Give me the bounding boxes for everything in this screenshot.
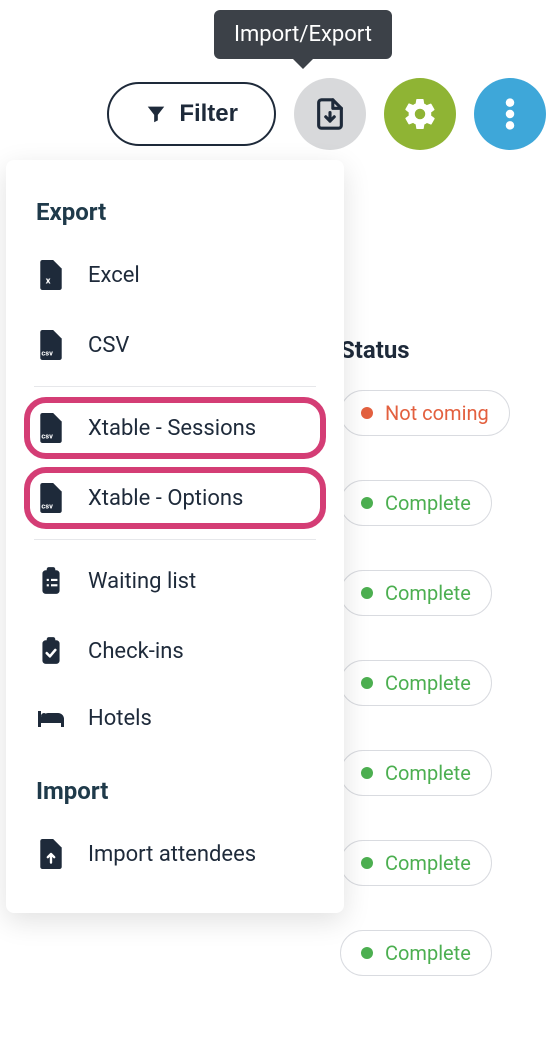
tooltip-label: Import/Export [234,22,372,47]
menu-item-label: Import attendees [88,842,256,867]
export-section-title: Export [6,188,344,240]
status-badge: Not coming [340,390,510,436]
download-file-icon [313,97,347,131]
export-excel-item[interactable]: x Excel [6,240,344,310]
status-column-header: Status [340,328,550,390]
status-column: Status Not coming Complete Complete Comp… [340,328,550,1020]
more-options-button[interactable] [474,78,546,150]
svg-text:x: x [46,276,51,287]
menu-item-label: Check-ins [88,639,184,664]
upload-file-icon [36,839,66,869]
export-hotels-item[interactable]: Hotels [6,686,344,751]
svg-text:csv: csv [41,502,53,511]
csv-file-icon: csv [36,483,66,513]
filter-label: Filter [179,100,238,128]
status-badge-label: Not coming [385,401,489,425]
status-badge-label: Complete [385,761,471,785]
menu-item-label: Xtable - Options [88,486,243,511]
status-dot-icon [361,947,373,959]
export-check-ins-item[interactable]: Check-ins [6,616,344,686]
bed-icon [36,707,66,731]
import-export-tooltip: Import/Export [214,10,392,59]
status-dot-icon [361,677,373,689]
status-dot-icon [361,857,373,869]
csv-file-icon: csv [36,330,66,360]
filter-icon [145,103,167,125]
status-badge: Complete [340,930,492,976]
csv-file-icon: csv [36,413,66,443]
status-badge-label: Complete [385,491,471,515]
menu-divider [34,539,316,540]
export-waiting-list-item[interactable]: Waiting list [6,546,344,616]
status-badge: Complete [340,750,492,796]
import-attendees-item[interactable]: Import attendees [6,819,344,889]
settings-button[interactable] [384,78,456,150]
export-csv-item[interactable]: csv CSV [6,310,344,380]
import-section-title: Import [6,751,344,819]
status-dot-icon [361,587,373,599]
status-dot-icon [361,497,373,509]
status-dot-icon [361,407,373,419]
status-badge-label: Complete [385,851,471,875]
menu-item-label: Waiting list [88,569,196,594]
status-badge-label: Complete [385,671,471,695]
status-badge: Complete [340,660,492,706]
menu-item-label: Excel [88,263,140,288]
export-xtable-sessions-item[interactable]: csv Xtable - Sessions [6,393,344,463]
filter-button[interactable]: Filter [107,82,276,146]
svg-text:csv: csv [41,432,53,441]
menu-item-label: Xtable - Sessions [88,416,256,441]
import-export-dropdown: Export x Excel csv CSV csv Xtable - Sess… [6,160,344,913]
status-badge: Complete [340,480,492,526]
gear-icon [402,96,438,132]
menu-divider [34,386,316,387]
status-badge-label: Complete [385,941,471,965]
excel-file-icon: x [36,260,66,290]
status-dot-icon [361,767,373,779]
toolbar: Filter [107,78,546,150]
status-badge-label: Complete [385,581,471,605]
clipboard-check-icon [36,636,66,666]
menu-item-label: Hotels [88,706,152,731]
svg-text:csv: csv [41,349,53,358]
clipboard-list-icon [36,566,66,596]
status-badge: Complete [340,570,492,616]
export-xtable-options-item[interactable]: csv Xtable - Options [6,463,344,533]
more-vertical-icon [505,97,515,131]
import-export-button[interactable] [294,78,366,150]
menu-item-label: CSV [88,333,129,358]
status-badge: Complete [340,840,492,886]
